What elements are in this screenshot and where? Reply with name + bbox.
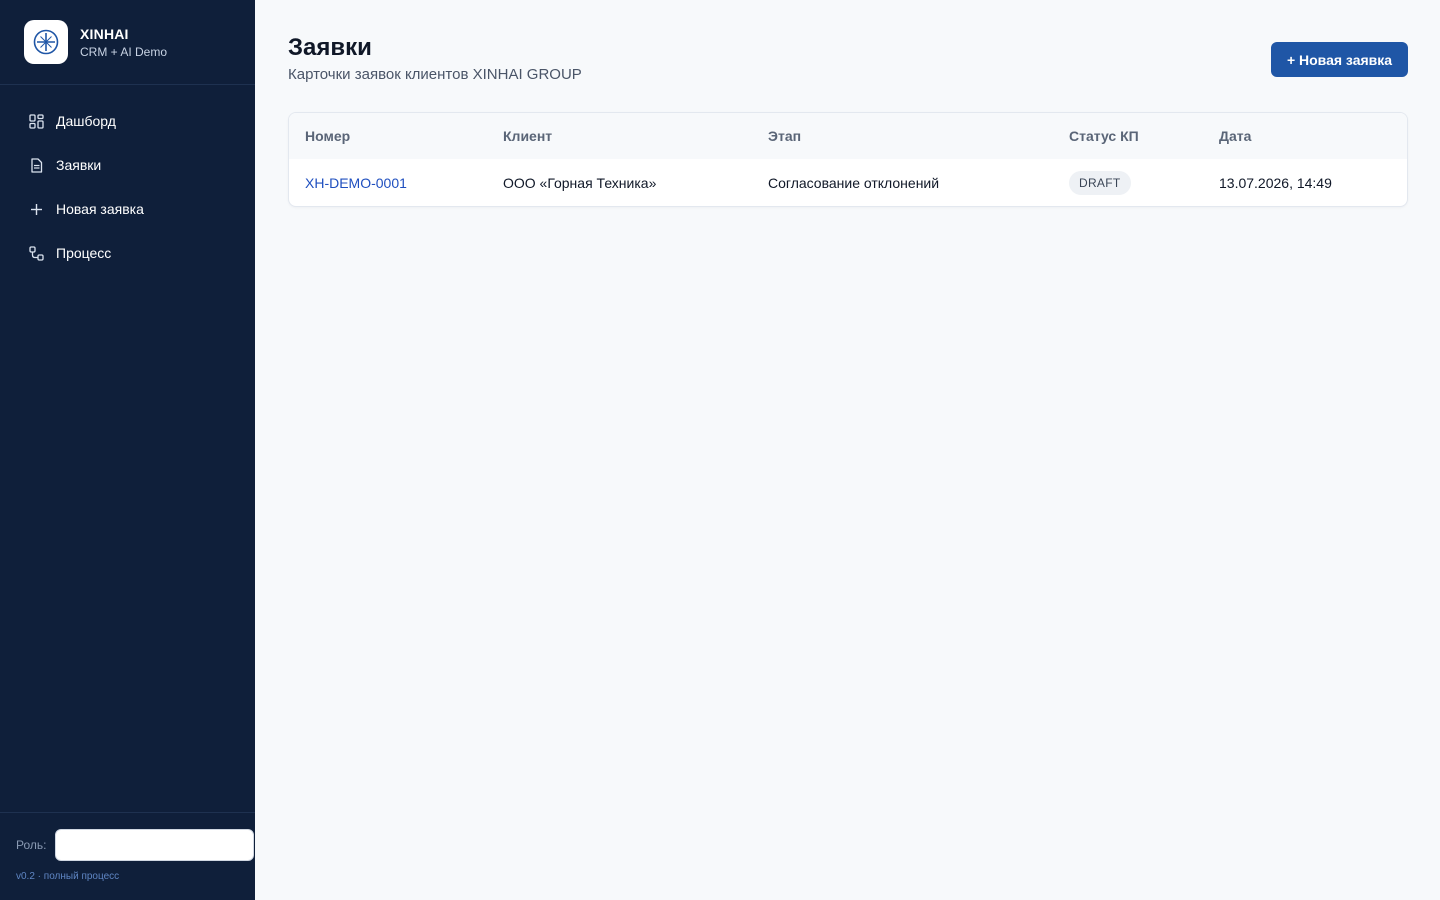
sidebar-item-label: Дашборд bbox=[56, 113, 116, 129]
column-header-client[interactable]: Клиент bbox=[487, 113, 752, 159]
requests-table: Номер Клиент Этап Статус КП Дата XH-DEMO… bbox=[289, 113, 1407, 206]
sidebar-item-dashboard[interactable]: Дашборд bbox=[0, 99, 255, 143]
sidebar-nav: Дашборд Заявки Новая заявка Процесс bbox=[0, 85, 255, 275]
brand: XINHAI CRM + AI Demo bbox=[0, 0, 255, 85]
requests-table-card: Номер Клиент Этап Статус КП Дата XH-DEMO… bbox=[288, 112, 1408, 207]
column-header-number[interactable]: Номер bbox=[289, 113, 487, 159]
brand-logo bbox=[24, 20, 68, 64]
new-request-button[interactable]: + Новая заявка bbox=[1271, 42, 1408, 77]
sidebar-item-requests[interactable]: Заявки bbox=[0, 143, 255, 187]
sidebar: XINHAI CRM + AI Demo Дашборд Заявки Нова… bbox=[0, 0, 255, 900]
column-header-stage[interactable]: Этап bbox=[752, 113, 1053, 159]
brand-name: XINHAI bbox=[80, 25, 129, 42]
status-badge: DRAFT bbox=[1069, 170, 1131, 195]
page-title: Заявки bbox=[288, 34, 372, 61]
column-header-status[interactable]: Статус КП bbox=[1053, 113, 1203, 159]
sidebar-item-process[interactable]: Процесс bbox=[0, 231, 255, 275]
date-cell: 13.07.2026, 14:49 bbox=[1219, 174, 1332, 191]
document-icon bbox=[28, 157, 44, 173]
sidebar-item-new-request[interactable]: Новая заявка bbox=[0, 187, 255, 231]
sidebar-item-label: Новая заявка bbox=[56, 201, 144, 217]
table-header-row: Номер Клиент Этап Статус КП Дата bbox=[289, 113, 1407, 159]
role-input[interactable] bbox=[55, 829, 254, 861]
role-label: Роль: bbox=[16, 838, 47, 852]
table-row[interactable]: XH-DEMO-0001 ООО «Горная Техника» Соглас… bbox=[289, 159, 1407, 206]
sidebar-footer: Роль: v0.2 · полный процесс bbox=[0, 812, 255, 900]
main-content: Заявки Карточки заявок клиентов XINHAI G… bbox=[255, 0, 1440, 900]
sidebar-item-label: Процесс bbox=[56, 245, 112, 261]
sidebar-item-label: Заявки bbox=[56, 157, 102, 173]
brand-subtitle: CRM + AI Demo bbox=[80, 44, 168, 59]
version-text: v0.2 · полный процесс bbox=[16, 871, 120, 882]
client-cell: ООО «Горная Техника» bbox=[503, 174, 657, 191]
column-header-date[interactable]: Дата bbox=[1203, 113, 1407, 159]
stage-cell: Согласование отклонений bbox=[768, 174, 940, 191]
dashboard-grid-icon bbox=[28, 113, 44, 129]
page-subtitle: Карточки заявок клиентов XINHAI GROUP bbox=[288, 66, 582, 83]
compass-logo-icon bbox=[33, 29, 59, 55]
plus-icon bbox=[28, 201, 44, 217]
request-number-link[interactable]: XH-DEMO-0001 bbox=[305, 175, 407, 191]
process-flow-icon bbox=[28, 245, 44, 261]
